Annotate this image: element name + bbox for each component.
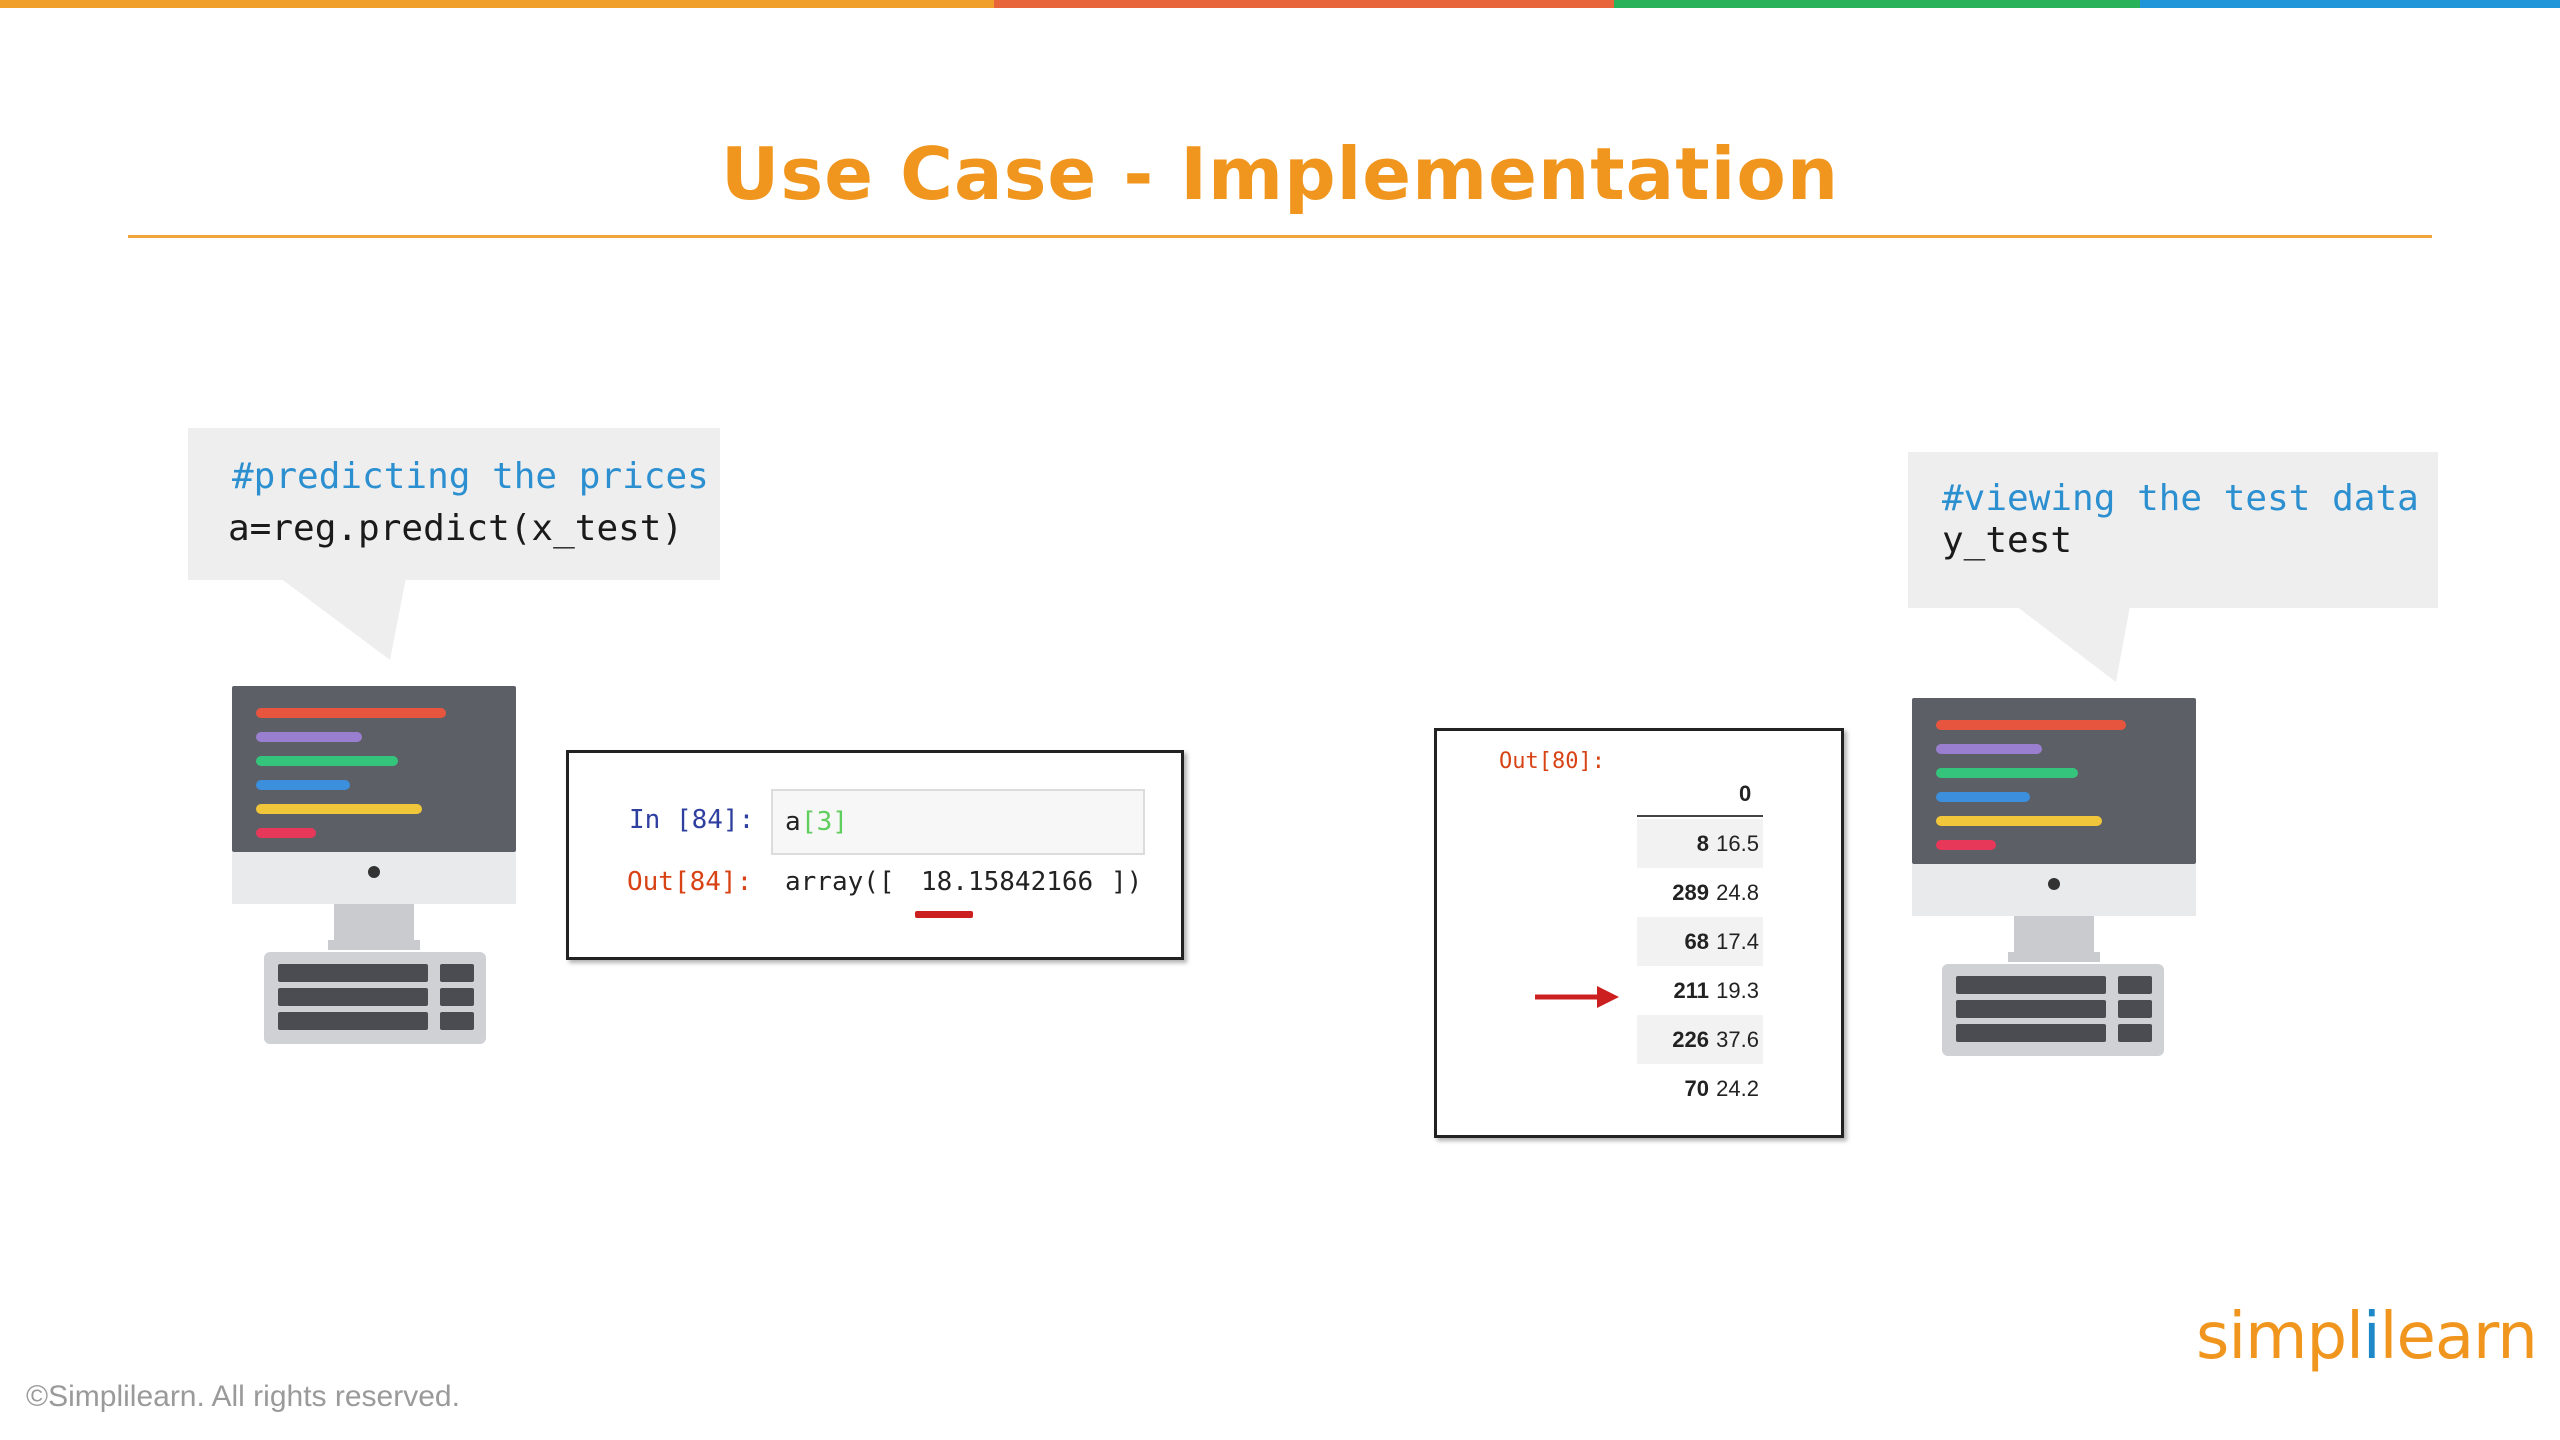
simplilearn-logo: simplilearn [2196, 1300, 2538, 1374]
left-bubble-comment: #predicting the prices [232, 456, 709, 497]
right-keyboard [1942, 964, 2164, 1056]
right-bubble-code: y_test [1942, 520, 2073, 561]
logo-mark: i [2362, 1300, 2381, 1374]
title-underline [128, 235, 2432, 238]
top-bar-red [994, 0, 1614, 8]
table-row-index: 70 [1684, 1076, 1709, 1101]
out-prompt-right: Out[80]: [1499, 749, 1605, 774]
top-bar-orange [0, 0, 994, 8]
table-row-index: 8 [1696, 831, 1709, 856]
out-prompt: Out[84]: [627, 867, 753, 897]
table-row-value: 19.3 [1716, 978, 1759, 1003]
top-bar-blue [2140, 0, 2560, 8]
top-bar-green [1614, 0, 2140, 8]
value-underline-highlight [915, 911, 973, 918]
table-row-index: 211 [1673, 978, 1710, 1003]
left-bubble-tail [280, 578, 406, 660]
table-row-value: 16.5 [1716, 831, 1759, 856]
left-code-bubble: #predicting the prices a=reg.predict(x_t… [188, 428, 720, 580]
copyright-text: ©Simplilearn. All rights reserved. [26, 1380, 460, 1413]
right-code-bubble: #viewing the test data y_test [1908, 452, 2438, 608]
output-value: 18.15842166 [921, 867, 1094, 897]
right-monitor-screen [1912, 698, 2196, 864]
red-arrow-icon [1535, 986, 1619, 1008]
input-code-box[interactable]: a [3] [771, 789, 1145, 855]
slide-title: Use Case - Implementation [720, 132, 1840, 216]
left-bubble-code: a=reg.predict(x_test) [228, 508, 684, 549]
table-column-header: 0 [1739, 781, 1752, 806]
table-row-value: 37.6 [1716, 1027, 1759, 1052]
input-index: [3] [801, 807, 848, 837]
input-code: a [785, 807, 801, 837]
right-bubble-comment: #viewing the test data [1942, 478, 2419, 519]
table-row-index: 289 [1672, 880, 1709, 905]
top-color-bar [0, 0, 2560, 8]
left-monitor-screen [232, 686, 516, 852]
output-suffix: ]) [1111, 867, 1143, 897]
table-row-index: 68 [1684, 929, 1709, 954]
in-prompt: In [84]: [629, 805, 755, 835]
table-row-value: 24.8 [1716, 880, 1759, 905]
prediction-output-cell: In [84]: a [3] Out[84]: array([ 18.15842… [566, 750, 1184, 960]
output-prefix: array([ [785, 867, 911, 897]
table-row-index: 226 [1672, 1027, 1709, 1052]
left-keyboard [264, 952, 486, 1044]
test-data-output-table: Out[80]: 0 8 16.5 289 24.8 68 17.4 211 19.3 226 3… [1434, 728, 1844, 1138]
logo-part1: simpl [2196, 1300, 2364, 1374]
table-row-value: 24.2 [1716, 1076, 1759, 1101]
right-bubble-tail [2016, 606, 2130, 682]
table-header-rule [1637, 815, 1763, 817]
table-row-value: 17.4 [1716, 929, 1759, 954]
logo-part2: learn [2379, 1300, 2538, 1374]
